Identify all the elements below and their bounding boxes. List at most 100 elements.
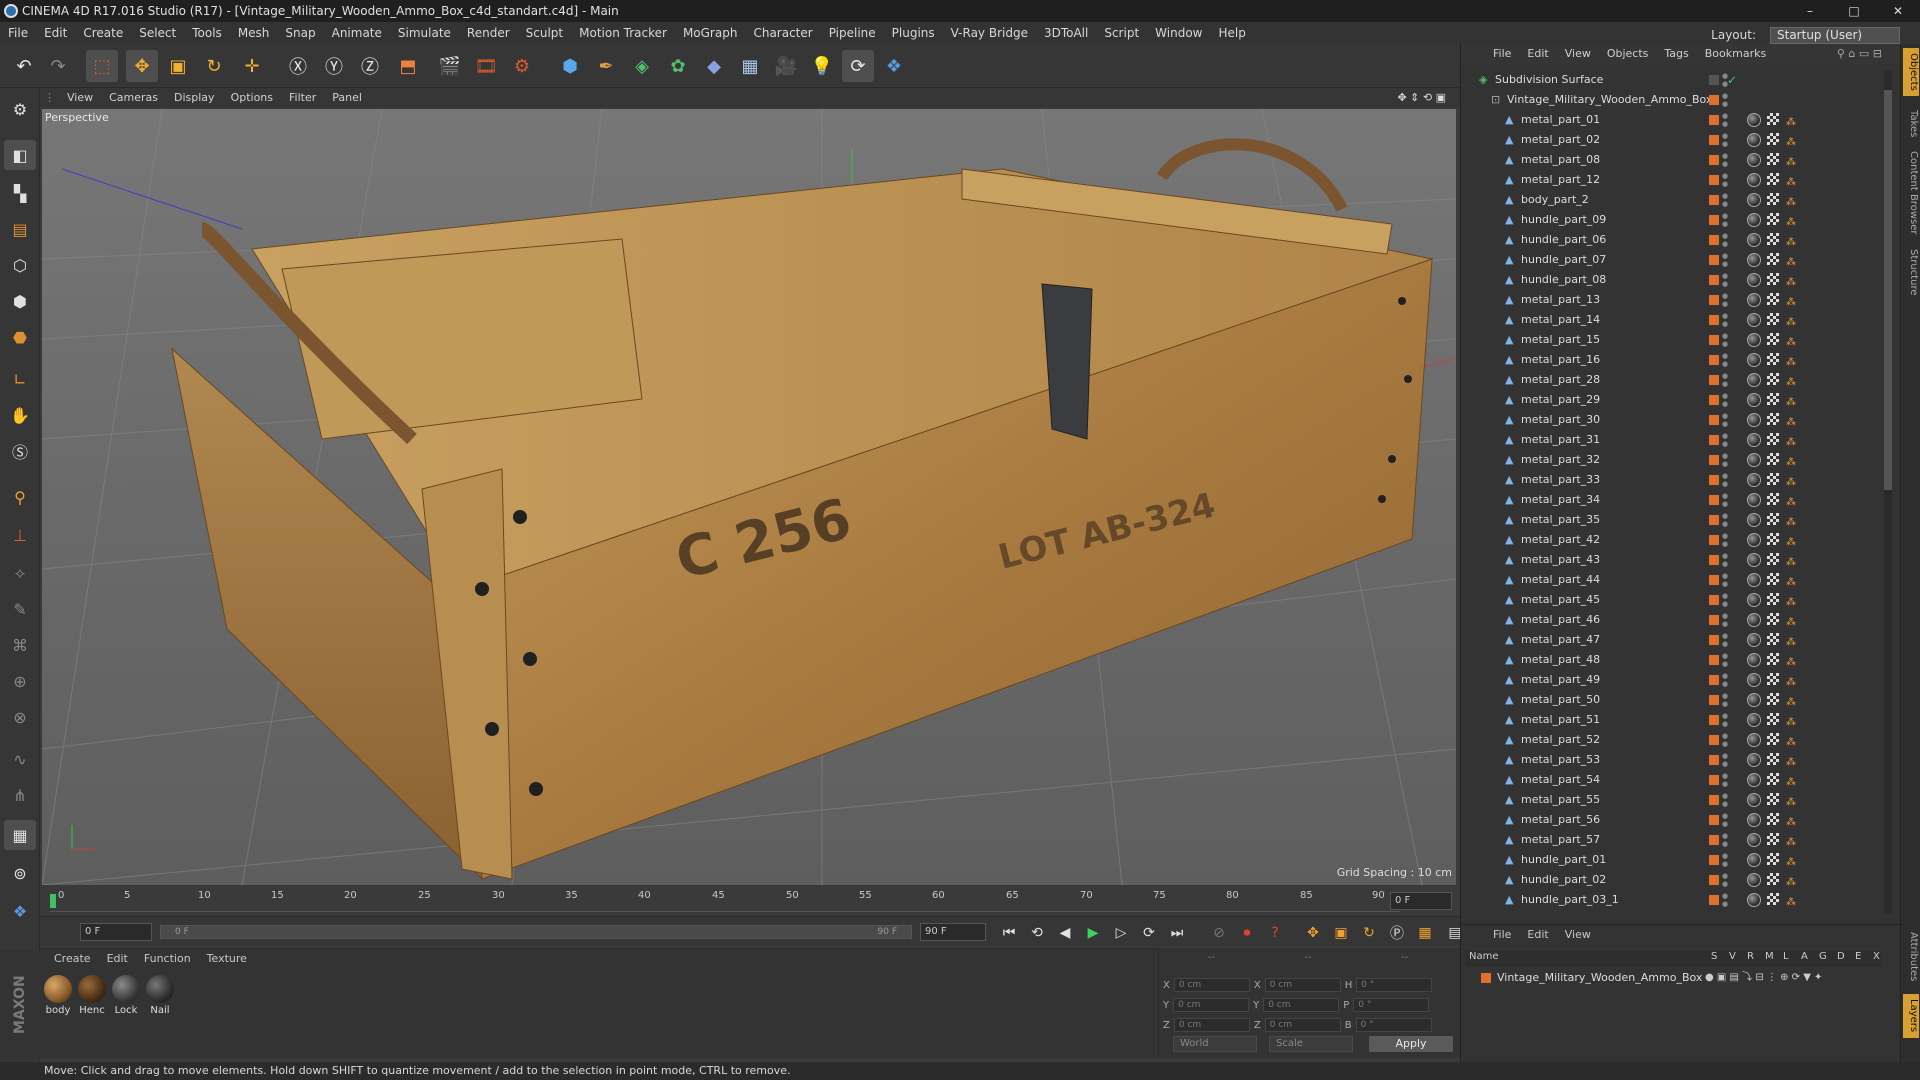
texture-mode-icon[interactable]: ▚ bbox=[4, 178, 36, 208]
material-tag-icon[interactable] bbox=[1747, 773, 1761, 787]
visibility-dots[interactable]: ● ● bbox=[1722, 672, 1728, 688]
record-keys-icon[interactable]: ⊘ bbox=[1208, 923, 1230, 943]
layer-color-swatch[interactable] bbox=[1709, 655, 1719, 665]
camera-icon[interactable]: 🎥 bbox=[770, 50, 802, 82]
material-tag-icon[interactable] bbox=[1747, 433, 1761, 447]
material-tag-icon[interactable] bbox=[1747, 253, 1761, 267]
layer-color-swatch[interactable] bbox=[1709, 835, 1719, 845]
layer-color-swatch[interactable] bbox=[1709, 595, 1719, 605]
position-x-field[interactable]: 0 cm bbox=[1173, 978, 1250, 992]
objects-menu-edit[interactable]: Edit bbox=[1519, 47, 1556, 60]
menu-edit[interactable]: Edit bbox=[36, 26, 75, 40]
layer-color-swatch[interactable] bbox=[1709, 895, 1719, 905]
texture-tag-icon[interactable] bbox=[1767, 493, 1779, 505]
texture-tag-icon[interactable] bbox=[1767, 553, 1779, 565]
object-row[interactable]: ▲ metal_part_42 ● ● ⁂ bbox=[1461, 530, 1883, 550]
texture-tag-icon[interactable] bbox=[1767, 733, 1779, 745]
layer-color-swatch[interactable] bbox=[1709, 815, 1719, 825]
texture-tag-icon[interactable] bbox=[1767, 213, 1779, 225]
object-row[interactable]: ▲ metal_part_29 ● ● ⁂ bbox=[1461, 390, 1883, 410]
texture-tag-icon[interactable] bbox=[1767, 593, 1779, 605]
position-z-field[interactable]: 0 cm bbox=[1173, 1018, 1250, 1032]
texture-tag-icon[interactable] bbox=[1767, 173, 1779, 185]
menu-sculpt[interactable]: Sculpt bbox=[518, 26, 571, 40]
layer-color-swatch[interactable] bbox=[1709, 775, 1719, 785]
tab-objects[interactable]: Objects bbox=[1903, 48, 1919, 96]
paint-icon[interactable]: ✎ bbox=[4, 594, 36, 624]
menu-select[interactable]: Select bbox=[131, 26, 184, 40]
layer-color-swatch[interactable] bbox=[1709, 355, 1719, 365]
play-icon[interactable]: ▶ bbox=[1082, 923, 1104, 943]
menu-character[interactable]: Character bbox=[745, 26, 820, 40]
size-y-field[interactable]: 0 cm bbox=[1263, 998, 1340, 1012]
material-tag-icon[interactable] bbox=[1747, 473, 1761, 487]
texture-tag-icon[interactable] bbox=[1767, 573, 1779, 585]
timeline-track[interactable]: 0 5 10 15 20 25 30 35 40 45 50 55 60 65 … bbox=[50, 890, 1400, 912]
visibility-dots[interactable]: ● ● bbox=[1722, 532, 1728, 548]
material-lock[interactable]: Lock bbox=[110, 975, 142, 1016]
material-tag-icon[interactable] bbox=[1747, 133, 1761, 147]
material-tag-icon[interactable] bbox=[1747, 193, 1761, 207]
material-tag-icon[interactable] bbox=[1747, 453, 1761, 467]
enabled-check-icon[interactable]: ✓ bbox=[1727, 70, 1737, 90]
object-row[interactable]: ▲ metal_part_12 ● ● ⁂ bbox=[1461, 170, 1883, 190]
edges-mode-icon[interactable]: ⬢ bbox=[4, 286, 36, 316]
visibility-dots[interactable]: ● ● bbox=[1722, 832, 1728, 848]
material-tag-icon[interactable] bbox=[1747, 413, 1761, 427]
visibility-dots[interactable]: ● ● bbox=[1722, 212, 1728, 228]
mograph-cloner-icon[interactable]: ✿ bbox=[662, 50, 694, 82]
object-tree[interactable]: ◈ Subdivision Surface ● ● ✓ ⊡ Vintage_Militar… bbox=[1461, 70, 1883, 914]
layer-color-swatch[interactable] bbox=[1709, 295, 1719, 305]
last-tool-icon[interactable]: ✛ bbox=[236, 50, 268, 82]
size-z-field[interactable]: 0 cm bbox=[1264, 1018, 1341, 1032]
texture-tag-icon[interactable] bbox=[1767, 893, 1779, 905]
layer-color-swatch[interactable] bbox=[1709, 75, 1719, 85]
render-settings-icon[interactable]: ⚙ bbox=[506, 50, 538, 82]
layer-color-swatch[interactable] bbox=[1709, 495, 1719, 505]
light-icon[interactable]: 💡 bbox=[806, 50, 838, 82]
deformer-icon[interactable]: ◆ bbox=[698, 50, 730, 82]
layer-color-swatch[interactable] bbox=[1481, 973, 1491, 983]
objects-menu-bookmarks[interactable]: Bookmarks bbox=[1697, 47, 1774, 60]
scale-tool-icon[interactable]: ▣ bbox=[162, 50, 194, 82]
material-tag-icon[interactable] bbox=[1747, 793, 1761, 807]
visibility-dots[interactable]: ● ● bbox=[1722, 472, 1728, 488]
menu-plugins[interactable]: Plugins bbox=[884, 26, 943, 40]
layer-color-swatch[interactable] bbox=[1709, 515, 1719, 525]
spline-pen-icon[interactable]: ✒ bbox=[590, 50, 622, 82]
object-row[interactable]: ▲ hundle_part_03_1 ● ● ⁂ bbox=[1461, 890, 1883, 910]
material-tag-icon[interactable] bbox=[1747, 873, 1761, 887]
material-tag-icon[interactable] bbox=[1747, 593, 1761, 607]
menu-3dtoall[interactable]: 3DToAll bbox=[1036, 26, 1096, 40]
object-row[interactable]: ▲ metal_part_46 ● ● ⁂ bbox=[1461, 610, 1883, 630]
object-row[interactable]: ▲ metal_part_14 ● ● ⁂ bbox=[1461, 310, 1883, 330]
previous-key-icon[interactable]: ⟲ bbox=[1026, 923, 1048, 943]
material-menu-texture[interactable]: Texture bbox=[199, 952, 255, 965]
visibility-dots[interactable]: ● ● bbox=[1722, 572, 1728, 588]
tab-structure[interactable]: Structure bbox=[1903, 242, 1919, 302]
menu-animate[interactable]: Animate bbox=[324, 26, 390, 40]
lock-workplane-icon[interactable]: ⌘ bbox=[4, 630, 36, 660]
object-row[interactable]: ▲ metal_part_51 ● ● ⁂ bbox=[1461, 710, 1883, 730]
texture-tag-icon[interactable] bbox=[1767, 753, 1779, 765]
minimize-button[interactable]: – bbox=[1788, 0, 1832, 22]
layer-color-swatch[interactable] bbox=[1709, 255, 1719, 265]
rotation-b-field[interactable]: 0 ° bbox=[1355, 1018, 1432, 1032]
material-tag-icon[interactable] bbox=[1747, 653, 1761, 667]
key-scale-icon[interactable]: ▣ bbox=[1330, 923, 1352, 943]
visibility-dots[interactable]: ● ● bbox=[1722, 732, 1728, 748]
start-frame-field[interactable]: 0 F bbox=[80, 923, 152, 941]
layers-menu-edit[interactable]: Edit bbox=[1519, 928, 1556, 941]
grid-snap-icon[interactable]: ▦ bbox=[4, 820, 36, 850]
redo-icon[interactable]: ↷ bbox=[42, 50, 74, 82]
viewport-menu-cameras[interactable]: Cameras bbox=[101, 91, 166, 104]
texture-tag-icon[interactable] bbox=[1767, 193, 1779, 205]
object-row-root[interactable]: ◈ Subdivision Surface ● ● ✓ bbox=[1461, 70, 1883, 90]
visibility-dots[interactable]: ● ● bbox=[1722, 592, 1728, 608]
texture-tag-icon[interactable] bbox=[1767, 433, 1779, 445]
visibility-dots[interactable]: ● ● bbox=[1722, 232, 1728, 248]
object-row[interactable]: ▲ metal_part_52 ● ● ⁂ bbox=[1461, 730, 1883, 750]
objects-menu-view[interactable]: View bbox=[1557, 47, 1599, 60]
layer-color-swatch[interactable] bbox=[1709, 475, 1719, 485]
key-parameter-icon[interactable]: Ⓟ bbox=[1386, 923, 1408, 943]
